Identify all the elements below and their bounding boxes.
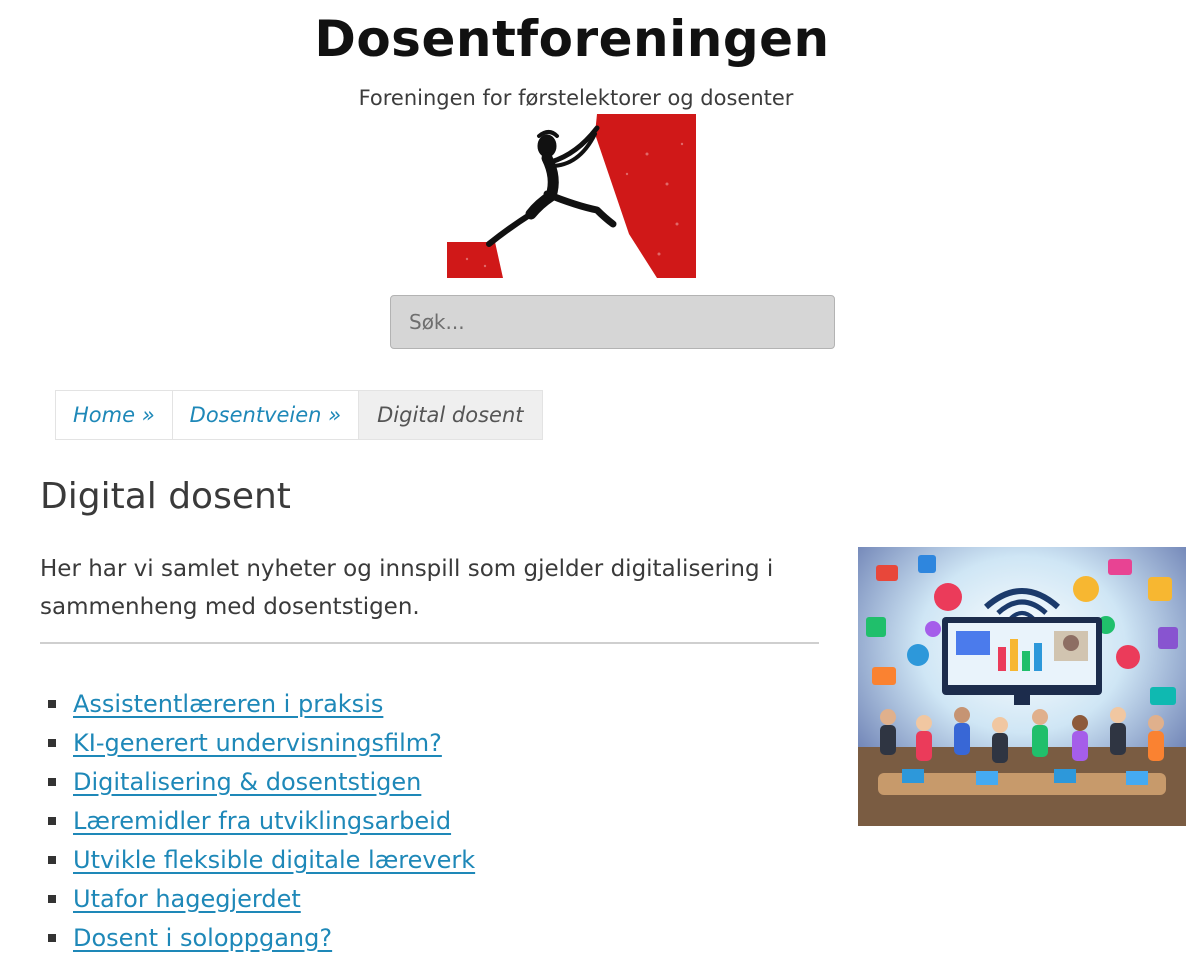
bullet-icon xyxy=(48,855,56,864)
breadcrumb-link-dosentveien[interactable]: Dosentveien » xyxy=(190,403,341,427)
post-link[interactable]: Utafor hagegjerdet xyxy=(73,885,301,913)
bullet-icon xyxy=(48,816,56,825)
page-intro: Her har vi samlet nyheter og innspill so… xyxy=(40,556,774,620)
bullet-icon xyxy=(48,894,56,903)
site-title[interactable]: Dosentforeningen xyxy=(0,10,1144,68)
bullet-icon xyxy=(48,699,56,708)
breadcrumb: Home » Dosentveien » Digital dosent xyxy=(55,390,543,440)
list-item: Assistentlæreren i praksis xyxy=(48,684,475,723)
list-item: Dosent i soloppgang? xyxy=(48,918,475,957)
digital-classroom-illustration xyxy=(858,547,1186,826)
bullet-icon xyxy=(48,777,56,786)
list-item: KI-generert undervisningsfilm? xyxy=(48,723,475,762)
post-link[interactable]: Digitalisering & dosentstigen xyxy=(73,768,421,796)
breadcrumb-link-home[interactable]: Home » xyxy=(73,403,155,427)
bullet-icon xyxy=(48,738,56,747)
breadcrumb-item-dosentveien: Dosentveien » xyxy=(173,391,360,439)
list-item: Utvikle fleksible digitale læreverk xyxy=(48,840,475,879)
list-item: Læremidler fra utviklingsarbeid xyxy=(48,801,475,840)
list-item: Digitalisering & dosentstigen xyxy=(48,762,475,801)
site-tagline: Foreningen for førstelektorer og dosente… xyxy=(358,86,794,110)
post-link[interactable]: Assistentlæreren i praksis xyxy=(73,690,383,718)
breadcrumb-item-home: Home » xyxy=(56,391,173,439)
breadcrumb-current: Digital dosent xyxy=(359,391,542,439)
post-link[interactable]: KI-generert undervisningsfilm? xyxy=(73,729,442,757)
page-title: Digital dosent xyxy=(40,476,291,517)
site-logo[interactable] xyxy=(447,114,696,278)
bullet-icon xyxy=(48,933,56,942)
search-input[interactable] xyxy=(390,295,835,349)
content-divider xyxy=(40,642,819,644)
post-link[interactable]: Læremidler fra utviklingsarbeid xyxy=(73,807,451,835)
post-link[interactable]: Dosent i soloppgang? xyxy=(73,924,332,952)
list-item: Utafor hagegjerdet xyxy=(48,879,475,918)
post-list: Assistentlæreren i praksis KI-generert u… xyxy=(48,684,475,957)
post-link[interactable]: Utvikle fleksible digitale læreverk xyxy=(73,846,475,874)
